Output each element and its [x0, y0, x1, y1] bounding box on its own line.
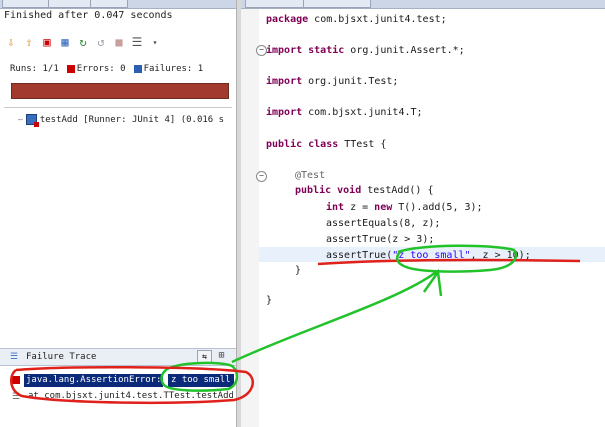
junit-status-text: Finished after 0.047 seconds — [4, 10, 173, 21]
divider — [4, 107, 232, 108]
test-tree-item[interactable]: — testAdd [Runner: JUnit 4] (0.016 s — [18, 114, 225, 127]
rerun-failed-first-icon[interactable]: ↺ — [94, 35, 108, 49]
test-failure-icon — [25, 114, 39, 127]
trace-exception[interactable]: java.lang.AssertionError: — [24, 374, 164, 387]
test-progress-bar — [11, 83, 229, 99]
failure-trace-title: Failure Trace — [26, 352, 97, 362]
history-icon[interactable]: ☰ — [130, 35, 144, 49]
junit-tab-bar — [0, 0, 236, 9]
test-item-label: testAdd [Runner: JUnit 4] (0.016 s — [39, 114, 225, 125]
junit-view: Finished after 0.047 seconds ⇩ ⇧ ▣ ▦ ↻ ↺… — [0, 0, 252, 427]
stop-icon[interactable]: ■ — [112, 35, 126, 49]
code-line-assert-true-2: assertTrue("z too small", z > 10); — [326, 250, 531, 261]
next-failure-icon[interactable]: ⇩ — [4, 35, 18, 49]
editor-tab-bar — [241, 0, 605, 9]
stack-frame-icon: ☰ — [12, 392, 21, 402]
code-line-package: package com.bjsxt.junit4.test; — [266, 14, 447, 25]
fold-method-icon[interactable]: − — [256, 171, 267, 182]
tab-other-2[interactable] — [90, 0, 128, 8]
tab-other[interactable] — [48, 0, 92, 8]
code-line-method: public void testAdd() { — [295, 185, 434, 196]
code-line-assert-true-1: assertTrue(z > 3); — [326, 234, 435, 245]
code-line-close-method: } — [295, 265, 302, 276]
failures-value: 1 — [197, 64, 204, 74]
junit-toolbar: ⇩ ⇧ ▣ ▦ ↻ ↺ ■ ☰ ▾ — [4, 33, 162, 51]
code-line-import-static: import static org.junit.Assert.*; — [266, 45, 465, 56]
view-menu-icon[interactable]: ▾ — [148, 35, 162, 49]
junit-counters: Runs: 1/1 Errors: 0 Failures: 1 — [10, 64, 203, 74]
tab-ttest-java[interactable] — [303, 0, 371, 8]
failures-label: Failures: — [143, 64, 193, 74]
runs-value: 1/1 — [42, 64, 59, 74]
code-line-close-class: } — [266, 295, 273, 306]
errors-value: 0 — [120, 64, 126, 74]
code-line-annotation: @Test — [295, 170, 326, 181]
compare-icon[interactable]: ⊞ — [215, 350, 228, 362]
code-line-int: int z = new T().add(5, 3); — [326, 202, 483, 213]
editor-gutter — [241, 9, 259, 427]
failure-trace-icon: ☰ — [10, 352, 19, 362]
errors-label: Errors: — [76, 64, 115, 74]
failures-icon — [133, 64, 142, 73]
failure-message-string: "z too small" — [392, 250, 471, 261]
rerun-test-icon[interactable]: ↻ — [76, 35, 90, 49]
show-failures-only-icon[interactable]: ▣ — [40, 35, 54, 49]
code-line-assert-equals: assertEquals(8, z); — [326, 218, 441, 229]
tab-t-java[interactable] — [245, 0, 307, 8]
error-icon — [12, 376, 20, 384]
trace-message[interactable]: z too small — [168, 374, 234, 387]
code-line-class: public class TTest { — [266, 139, 387, 150]
tree-expand-icon[interactable]: — — [18, 115, 23, 124]
code-line-import-t: import com.bjsxt.junit4.T; — [266, 107, 423, 118]
tab-junit[interactable] — [2, 0, 50, 8]
errors-icon — [66, 64, 75, 73]
java-editor: − − package com.bjsxt.junit4.test; impor… — [241, 0, 605, 427]
code-line-import-test: import org.junit.Test; — [266, 76, 399, 87]
trace-stack-frame[interactable]: at com.bjsxt.junit4.test.TTest.testAdd(T… — [28, 391, 233, 401]
previous-failure-icon[interactable]: ⇧ — [22, 35, 36, 49]
scroll-lock-icon[interactable]: ▦ — [58, 35, 72, 49]
filter-stack-icon[interactable]: ⇆ — [197, 350, 212, 364]
runs-label: Runs: — [10, 64, 38, 74]
